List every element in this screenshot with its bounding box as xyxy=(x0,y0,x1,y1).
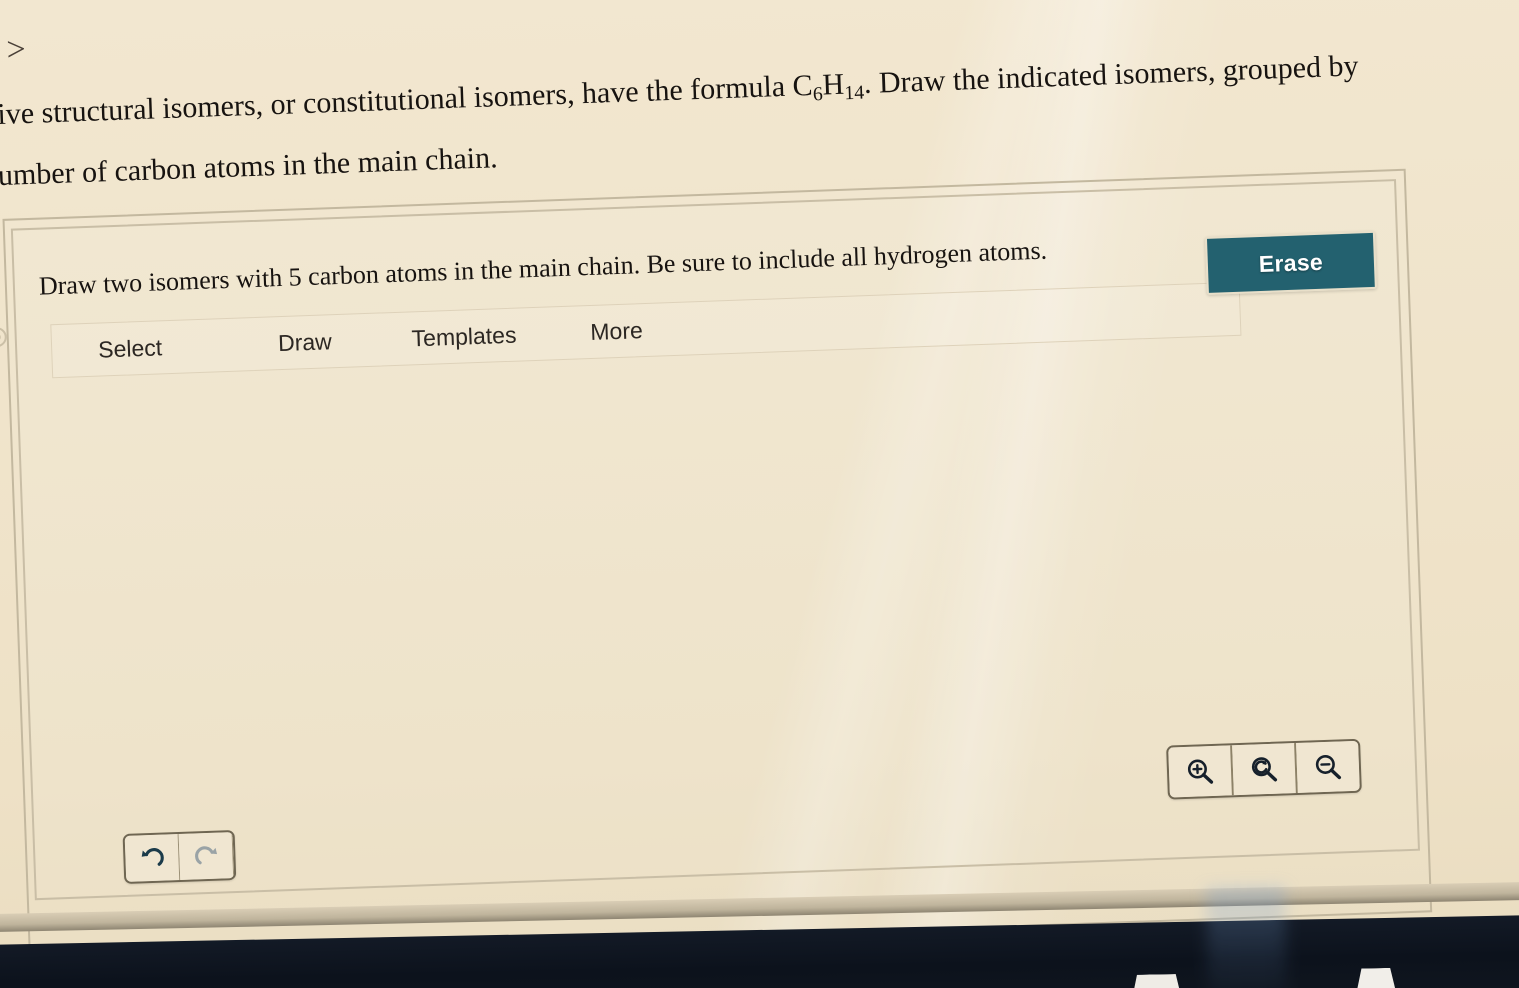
zoom-in-icon xyxy=(1187,759,1214,784)
bezel-glare xyxy=(1206,885,1287,988)
toolbar-item-select[interactable]: Select xyxy=(96,334,165,363)
zoom-out-icon xyxy=(1315,754,1342,780)
photographed-screen: ≡ > Five structural isomers, or constitu… xyxy=(0,0,1519,988)
screen-content: ≡ > Five structural isomers, or constitu… xyxy=(0,0,1519,988)
redo-icon xyxy=(194,846,217,865)
desk-object-left xyxy=(1129,974,1183,988)
desk-object-middle xyxy=(1353,968,1398,988)
zoom-out-button[interactable] xyxy=(1296,740,1360,793)
toolbar-item-templates[interactable]: Templates xyxy=(409,321,519,352)
erase-button[interactable]: Erase xyxy=(1206,232,1375,293)
forward-chevron-icon[interactable]: > xyxy=(6,31,33,69)
question-text-part1: Five structural isomers, or constitution… xyxy=(0,68,814,132)
zoom-reset-icon xyxy=(1251,757,1278,782)
zoom-in-button[interactable] xyxy=(1168,745,1234,798)
toolbar-item-draw[interactable]: Draw xyxy=(276,328,335,357)
zoom-controls-group xyxy=(1166,738,1362,800)
redo-button[interactable] xyxy=(178,832,235,880)
erase-button-frame: Erase xyxy=(1204,230,1377,295)
formula-hydrogen-subscript: 14 xyxy=(844,81,865,105)
toolbar-item-more[interactable]: More xyxy=(588,317,645,346)
formula-hydrogen-symbol: H xyxy=(821,67,845,102)
history-controls-group xyxy=(122,830,237,885)
undo-icon xyxy=(141,848,164,866)
zoom-reset-button[interactable] xyxy=(1232,742,1298,796)
undo-button[interactable] xyxy=(124,834,181,882)
